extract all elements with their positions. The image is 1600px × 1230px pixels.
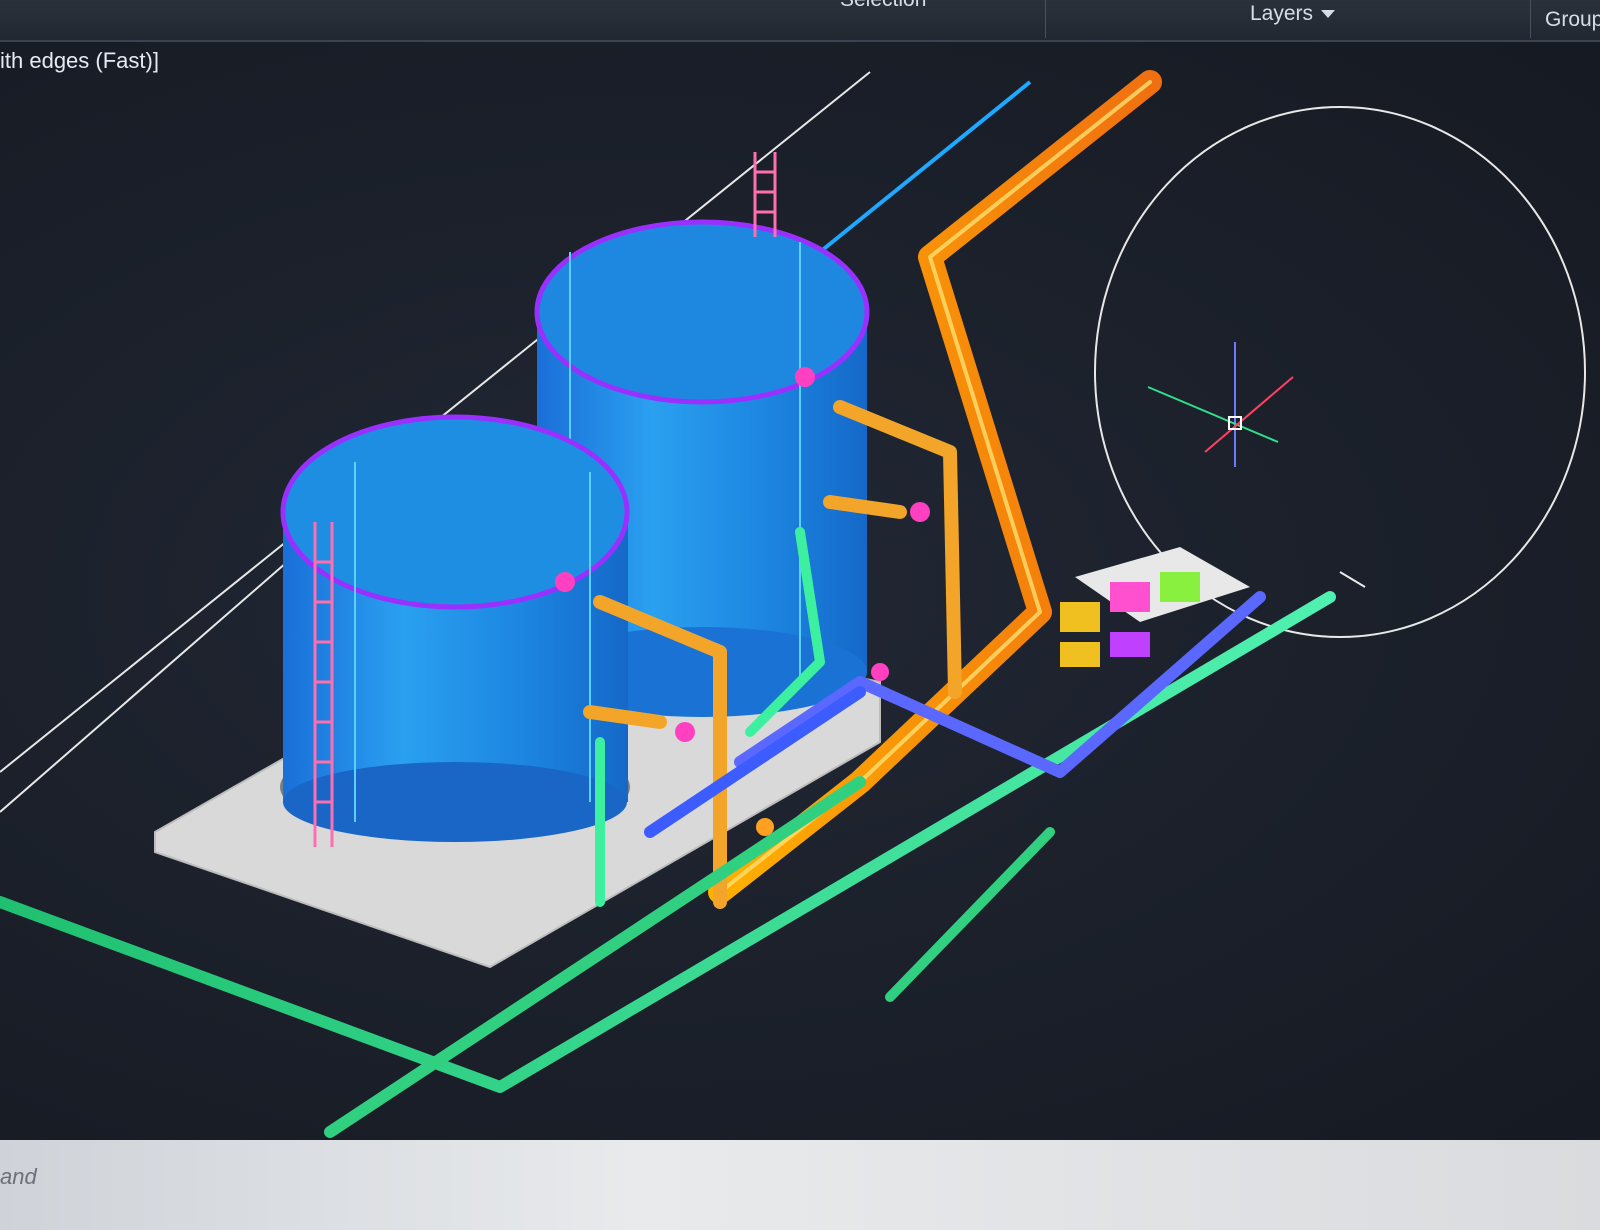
panel-layers[interactable]: Layers [1250, 2, 1336, 26]
panel-separator [1045, 0, 1046, 38]
panel-selection[interactable]: Selection [840, 0, 926, 12]
ucs-crosshair-icon [1147, 342, 1294, 467]
panel-group[interactable]: Group [1545, 8, 1600, 32]
model-space-canvas[interactable] [0, 42, 1600, 1140]
command-line[interactable]: and [0, 1140, 1600, 1230]
command-line-prompt[interactable]: and [0, 1164, 37, 1190]
panel-separator [1530, 0, 1531, 38]
drawing-viewport[interactable]: ith edges (Fast)] [0, 42, 1600, 1140]
utility-line [818, 80, 1032, 254]
panel-layers-label: Layers [1250, 2, 1314, 25]
pump-skid [1060, 547, 1250, 667]
ladder-rear [753, 152, 777, 237]
dropdown-arrow-icon[interactable] [1321, 10, 1336, 19]
ribbon-panel-bar: Selection Layers Group [0, 0, 1600, 42]
